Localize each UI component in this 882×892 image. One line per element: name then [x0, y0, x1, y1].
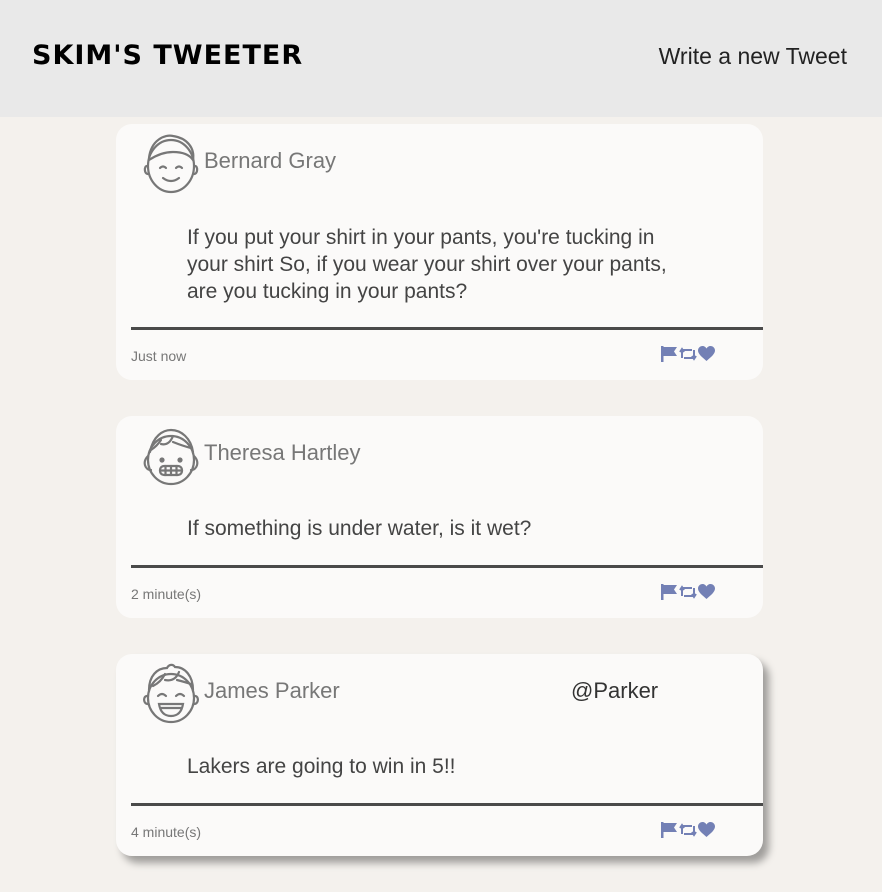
timestamp: 2 minute(s) — [131, 586, 202, 602]
write-new-tweet-link[interactable]: Write a new Tweet — [659, 43, 847, 70]
tweet-card: Theresa Hartley If something is under wa… — [116, 416, 763, 618]
tweet-text: Lakers are going to win in 5!! — [187, 755, 456, 778]
smiling-face-avatar-icon — [143, 130, 199, 194]
tweet-actions — [661, 584, 715, 600]
author-name[interactable]: Theresa Hartley — [204, 440, 361, 466]
brand-logo[interactable]: SKIM'S TWEETER — [32, 40, 303, 71]
heart-icon[interactable] — [698, 346, 715, 362]
tweet-card: Bernard Gray If you put your shirt in yo… — [116, 124, 763, 380]
author-name[interactable]: Bernard Gray — [204, 148, 336, 174]
timestamp: 4 minute(s) — [131, 824, 202, 840]
tweet-actions — [661, 346, 715, 362]
tweet-card: James Parker @Parker Lakers are going to… — [116, 654, 763, 856]
app-header: SKIM'S TWEETER Write a new Tweet — [0, 0, 882, 117]
divider — [131, 327, 763, 330]
flag-icon[interactable] — [661, 346, 678, 362]
heart-icon[interactable] — [698, 822, 715, 838]
heart-icon[interactable] — [698, 584, 715, 600]
author-name[interactable]: James Parker — [204, 678, 340, 704]
tweet-actions — [661, 822, 715, 838]
retweet-icon[interactable] — [679, 346, 697, 362]
flag-icon[interactable] — [661, 822, 678, 838]
author-handle[interactable]: @Parker — [571, 678, 658, 704]
divider — [131, 803, 763, 806]
retweet-icon[interactable] — [679, 584, 697, 600]
flag-icon[interactable] — [661, 584, 678, 600]
retweet-icon[interactable] — [679, 822, 697, 838]
tweet-text: If you put your shirt in your pants, you… — [187, 226, 667, 303]
timestamp: Just now — [131, 348, 187, 364]
grinning-face-avatar-icon — [143, 422, 199, 486]
tweet-text: If something is under water, is it wet? — [187, 517, 532, 540]
laughing-face-avatar-icon — [143, 660, 199, 724]
divider — [131, 565, 763, 568]
